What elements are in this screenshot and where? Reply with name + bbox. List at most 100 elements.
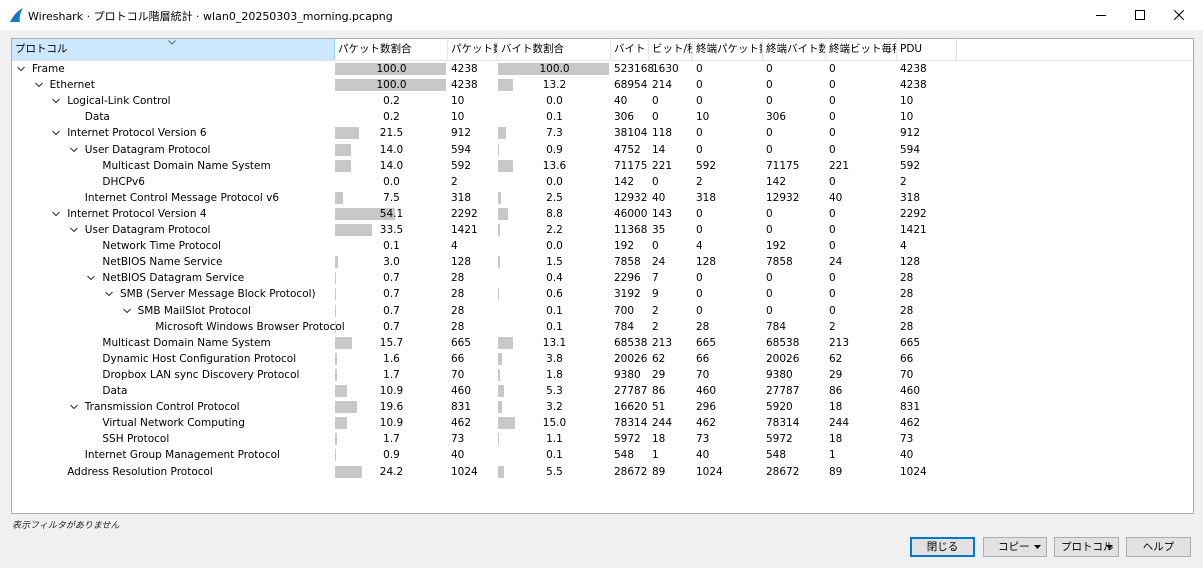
byte-percent-value: 2.5 xyxy=(546,191,563,204)
bits-per-second-value: 1 xyxy=(652,449,659,462)
tree-row[interactable]: Internet Control Message Protocol v6 7.5 3… xyxy=(12,190,1193,206)
protocol-cell: Data xyxy=(12,383,334,399)
bits-per-second-value: 14 xyxy=(652,143,666,156)
tree-row[interactable]: Virtual Network Computing 10.9 462 15.0 7831… xyxy=(12,415,1193,431)
tree-row[interactable]: Internet Protocol Version 6 21.5 912 7.3 381… xyxy=(12,125,1193,141)
chevron-down-icon[interactable] xyxy=(51,96,61,106)
chevron-down-icon[interactable] xyxy=(104,289,114,299)
tree-row[interactable]: Internet Group Management Protocol 0.9 40 0… xyxy=(12,447,1193,463)
bits-per-second-value: 221 xyxy=(652,159,673,172)
pdu-value: 462 xyxy=(900,417,921,430)
protocol-hierarchy-tree[interactable]: プロトコル パケット数割合 パケット数 バイト数割合 バイト ビット/秒 終端パ… xyxy=(11,38,1194,514)
close-button[interactable]: 閉じる xyxy=(910,537,975,557)
packets-value: 128 xyxy=(451,256,472,269)
column-header-protocol[interactable]: プロトコル xyxy=(12,39,335,60)
pdu-value: 831 xyxy=(900,401,921,414)
pdu-value: 4 xyxy=(900,240,907,253)
column-header-end-packets[interactable]: 終端パケット数 xyxy=(693,39,763,60)
protocol-name: Dropbox LAN sync Discovery Protocol xyxy=(102,368,300,381)
end-packets-value: 0 xyxy=(696,63,703,75)
tree-row[interactable]: Dynamic Host Configuration Protocol 1.6 66… xyxy=(12,351,1193,367)
end-packets-value: 0 xyxy=(696,288,703,301)
chevron-down-icon[interactable] xyxy=(16,64,26,74)
close-button-label: 閉じる xyxy=(926,541,959,553)
chevron-down-icon[interactable] xyxy=(69,145,79,155)
tree-row[interactable]: User Datagram Protocol 14.0 594 0.9 4752 14 0 0… xyxy=(12,142,1193,158)
bytes-value: 5972 xyxy=(614,433,641,446)
byte-percent-value: 0.1 xyxy=(546,320,563,333)
end-bits-per-second-value: 62 xyxy=(829,352,843,365)
tree-row[interactable]: Multicast Domain Name System 14.0 592 13.6 7… xyxy=(12,158,1193,174)
tree-row[interactable]: SMB (Server Message Block Protocol) 0.7 28… xyxy=(12,286,1193,302)
tree-row[interactable]: SMB MailSlot Protocol 0.7 28 0.1 700 2 0 0 0 28 xyxy=(12,303,1193,319)
tree-row[interactable]: Multicast Domain Name System 15.7 665 13.1 6… xyxy=(12,335,1193,351)
bytes-value: 40 xyxy=(614,95,628,108)
chevron-down-icon[interactable] xyxy=(51,209,61,219)
tree-row[interactable]: Address Resolution Protocol 24.2 1024 5.5 28… xyxy=(12,464,1193,480)
help-button[interactable]: ヘルプ xyxy=(1126,537,1191,557)
column-header-byte-percent[interactable]: バイト数割合 xyxy=(498,39,611,60)
tree-row[interactable]: Internet Protocol Version 4 54.1 2292 8.8 46… xyxy=(12,206,1193,222)
packet-percent-value: 15.7 xyxy=(379,336,404,349)
protocol-name: Virtual Network Computing xyxy=(102,417,245,430)
tree-row[interactable]: NetBIOS Datagram Service 0.7 28 0.4 2296 7 0 0 0… xyxy=(12,270,1193,286)
close-window-button[interactable] xyxy=(1156,0,1202,30)
end-bytes-value: 71175 xyxy=(766,159,800,172)
end-packets-value: 318 xyxy=(696,191,717,204)
pdu-value: 2 xyxy=(900,175,907,188)
bytes-value: 2296 xyxy=(614,272,641,285)
protocol-button[interactable]: プロトコル xyxy=(1054,537,1119,557)
chevron-down-icon[interactable] xyxy=(86,273,96,283)
end-bytes-value: 0 xyxy=(766,63,773,75)
end-packets-value: 28 xyxy=(696,320,710,333)
pdu-value: 28 xyxy=(900,288,914,301)
end-bits-per-second-value: 213 xyxy=(829,336,850,349)
column-header-bits-per-second[interactable]: ビット/秒 xyxy=(649,39,693,60)
chevron-down-icon[interactable] xyxy=(51,128,61,138)
bytes-value: 3192 xyxy=(614,288,641,301)
tree-row[interactable]: Network Time Protocol 0.1 4 0.0 192 0 4 192 0 4 xyxy=(12,238,1193,254)
tree-row[interactable]: DHCPv6 0.0 2 0.0 142 0 2 142 0 2 xyxy=(12,174,1193,190)
tree-row[interactable]: Frame 100.0 4238 100.0 523168 1630 0 0 0 4238 xyxy=(12,61,1193,77)
column-header-end-bytes[interactable]: 終端バイト数 xyxy=(763,39,826,60)
protocol-name: Logical-Link Control xyxy=(67,95,171,108)
tree-row[interactable]: Ethernet 100.0 4238 13.2 68954 214 0 0 0 4238 xyxy=(12,77,1193,93)
tree-row[interactable]: SSH Protocol 1.7 73 1.1 5972 18 73 5972 18 73 xyxy=(12,431,1193,447)
pdu-value: 128 xyxy=(900,256,921,269)
column-header-packets[interactable]: パケット数 xyxy=(448,39,498,60)
end-bytes-value: 0 xyxy=(766,127,773,140)
tree-row[interactable]: Data 0.2 10 0.1 306 0 10 306 0 10 xyxy=(12,109,1193,125)
column-header-packet-percent[interactable]: パケット数割合 xyxy=(335,39,448,60)
tree-row[interactable]: User Datagram Protocol 33.5 1421 2.2 11368 35… xyxy=(12,222,1193,238)
pdu-value: 66 xyxy=(900,352,914,365)
bytes-value: 12932 xyxy=(614,191,648,204)
protocol-name: Internet Protocol Version 6 xyxy=(67,127,207,140)
tree-row[interactable]: Logical-Link Control 0.2 10 0.0 40 0 0 0 0 10 xyxy=(12,93,1193,109)
column-header-label: 終端パケット数 xyxy=(696,43,763,55)
column-header-bytes[interactable]: バイト xyxy=(611,39,649,60)
tree-row[interactable]: NetBIOS Name Service 3.0 128 1.5 7858 24 128 78… xyxy=(12,254,1193,270)
chevron-down-icon[interactable] xyxy=(69,402,79,412)
tree-row[interactable]: Data 10.9 460 5.3 27787 86 460 27787 86 460 xyxy=(12,383,1193,399)
packet-percent-value: 33.5 xyxy=(379,224,404,236)
tree-row[interactable]: Dropbox LAN sync Discovery Protocol 1.7 70… xyxy=(12,367,1193,383)
chevron-down-icon[interactable] xyxy=(34,80,44,90)
packet-percent-value: 14.0 xyxy=(379,143,404,156)
packets-value: 28 xyxy=(451,288,465,301)
tree-row[interactable]: Microsoft Windows Browser Protocol 0.7 28 0… xyxy=(12,319,1193,335)
byte-percent-value: 0.0 xyxy=(546,95,563,108)
end-packets-value: 70 xyxy=(696,368,710,381)
column-header-pdu[interactable]: PDU xyxy=(897,39,957,60)
packet-percent-value: 10.9 xyxy=(379,417,404,430)
column-header-end-bits-per-second[interactable]: 終端ビット毎秒 xyxy=(826,39,897,60)
chevron-down-icon[interactable] xyxy=(122,306,132,316)
bytes-value: 4752 xyxy=(614,143,641,156)
bytes-value: 7858 xyxy=(614,256,641,269)
bits-per-second-value: 213 xyxy=(652,336,673,349)
chevron-down-icon[interactable] xyxy=(69,225,79,235)
protocol-cell: User Datagram Protocol xyxy=(12,222,334,238)
copy-button[interactable]: コピー xyxy=(983,537,1047,557)
title-bar: Wireshark · プロトコル階層統計 · wlan0_20250303_m… xyxy=(0,0,1203,30)
bits-per-second-value: 1630 xyxy=(652,63,679,75)
tree-row[interactable]: Transmission Control Protocol 19.6 831 3.2 1… xyxy=(12,399,1193,415)
